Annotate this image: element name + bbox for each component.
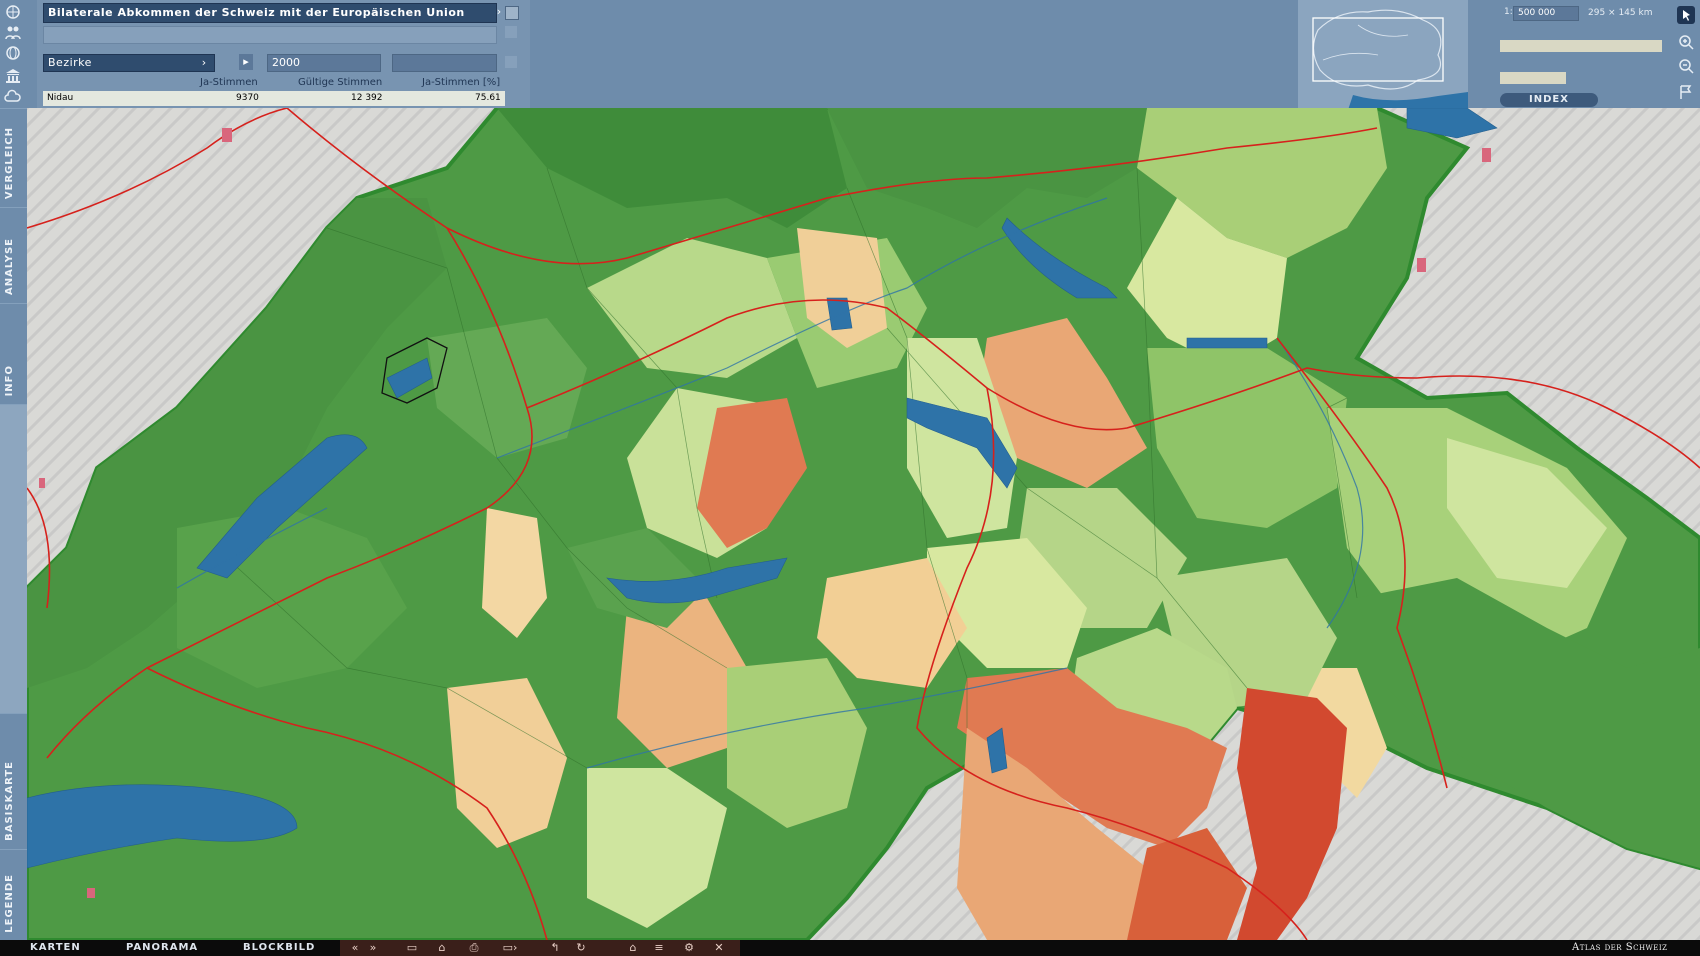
building-icon[interactable] [3, 66, 23, 84]
panel-toggle-button[interactable] [505, 6, 519, 20]
map-title: Bilaterale Abkommen der Schweiz mit der … [48, 6, 465, 19]
scale-extent: 295 × 145 km [1588, 8, 1653, 18]
brand-logo: Atlas der Schweiz [1572, 942, 1668, 953]
cloud-icon[interactable] [3, 88, 23, 106]
scale-bar [1500, 72, 1566, 84]
refresh-icon[interactable]: ↻ [574, 940, 588, 956]
flag-icon[interactable] [1677, 83, 1695, 101]
side-tab-spacer [0, 404, 27, 713]
tab-karten[interactable]: KARTEN [30, 940, 81, 956]
print-icon[interactable]: ⎙ [465, 940, 483, 956]
lock-icon[interactable]: ⌂ [435, 940, 449, 956]
compare-field[interactable] [392, 54, 497, 72]
lake-walensee [1186, 337, 1268, 349]
list-icon[interactable]: ≡ [652, 940, 666, 956]
map-title-select[interactable]: Bilaterale Abkommen der Schweiz mit der … [43, 3, 497, 23]
chevron-right-icon[interactable]: › [197, 55, 211, 71]
tab-panorama[interactable]: PANORAMA [126, 940, 198, 956]
overview-minimap[interactable] [1298, 0, 1468, 110]
bottom-bar: KARTEN PANORAMA BLOCKBILD « » ▭ ⌂ ⎙ ▭› ↰… [0, 940, 1700, 956]
globe-icon[interactable] [3, 44, 23, 62]
side-tab-analyse[interactable]: ANALYSE [0, 207, 27, 303]
table-row[interactable]: Nidau 9370 12 392 75.61 [43, 91, 505, 106]
left-toolbar: VERGLEICH ANALYSE INFO BASISKARTE LEGEND… [0, 0, 27, 941]
side-tab-info[interactable]: INFO [0, 303, 27, 404]
people-icon[interactable] [3, 23, 23, 41]
col-ja-stimmen: Ja-Stimmen [200, 77, 258, 88]
settings-icon[interactable]: ⚙ [680, 940, 698, 956]
home-icon[interactable]: ⌂ [626, 940, 640, 956]
scale-slider[interactable] [1500, 40, 1662, 52]
world-icon[interactable] [3, 3, 23, 21]
col-gueltige-stimmen: Gültige Stimmen [298, 77, 383, 88]
scale-input[interactable]: 500 000 [1513, 6, 1579, 21]
close-icon[interactable]: ✕ [712, 940, 726, 956]
play-icon[interactable]: ▸ [239, 54, 253, 70]
level-select[interactable]: Bezirke [43, 54, 215, 72]
minimap-drawing [1298, 0, 1468, 110]
right-toolbar [1672, 0, 1700, 108]
year-field[interactable]: 2000 [267, 54, 381, 72]
row-gueltig: 12 392 [351, 93, 383, 103]
row-name: Nidau [47, 93, 74, 103]
zoom-in-icon[interactable] [1677, 33, 1695, 51]
town-marker [222, 128, 232, 142]
row-prozent: 75.61 [475, 93, 501, 103]
col-ja-prozent: Ja-Stimmen [%] [422, 77, 501, 88]
zoom-out-icon[interactable] [1677, 57, 1695, 75]
side-tab-legende[interactable]: LEGENDE [0, 849, 27, 941]
title-next-button[interactable]: › [492, 4, 506, 20]
scale-prefix: 1: [1504, 7, 1513, 17]
side-tab-vergleich[interactable]: VERGLEICH [0, 108, 27, 207]
pointer-icon[interactable] [1677, 6, 1695, 24]
choropleth-map[interactable] [25, 106, 1700, 942]
map-drawing [25, 106, 1700, 942]
document-icon[interactable]: ▭ [405, 940, 419, 956]
side-tab-basiskarte[interactable]: BASISKARTE [0, 713, 27, 849]
panel-option-button[interactable] [505, 26, 517, 38]
scale-controls: 1: 500 000 295 × 145 km INDEX [1470, 0, 1671, 110]
pointer-small-icon[interactable]: ↰ [548, 940, 562, 956]
town-marker [1482, 148, 1491, 162]
subtitle-field [43, 26, 497, 44]
forward-icon[interactable]: » [366, 940, 380, 956]
index-button[interactable]: INDEX [1500, 93, 1598, 107]
town-marker [39, 478, 45, 488]
rewind-icon[interactable]: « [348, 940, 362, 956]
row-ja: 9370 [236, 93, 259, 103]
chart-toggle-button[interactable] [505, 56, 517, 68]
town-marker [87, 888, 95, 898]
tab-blockbild[interactable]: BLOCKBILD [243, 940, 315, 956]
export-icon[interactable]: ▭› [498, 940, 522, 956]
town-marker [1417, 258, 1426, 272]
